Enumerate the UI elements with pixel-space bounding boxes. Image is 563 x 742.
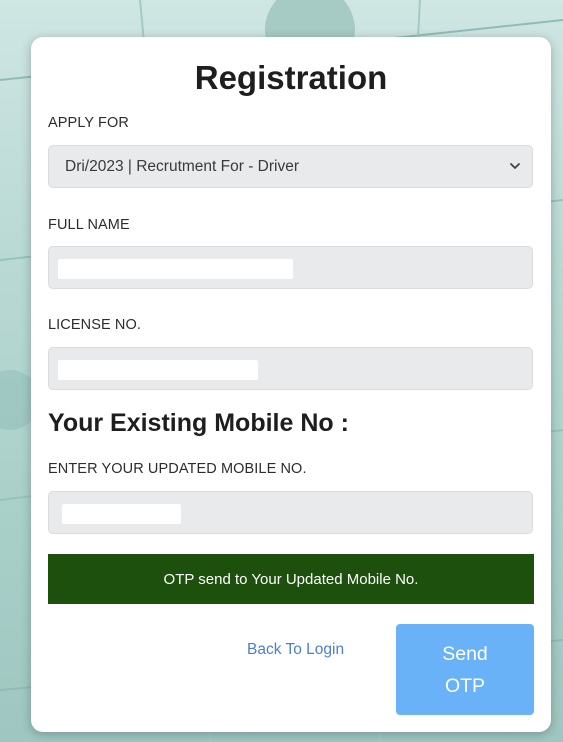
updated-mobile-label: ENTER YOUR UPDATED MOBILE NO. bbox=[48, 461, 307, 477]
full-name-field[interactable] bbox=[48, 246, 533, 289]
apply-for-selected-value: Dri/2023 | Recrutment For - Driver bbox=[65, 157, 299, 175]
otp-sent-notice: OTP send to Your Updated Mobile No. bbox=[48, 554, 534, 604]
page-title: Registration bbox=[194, 59, 388, 96]
redacted-full-name bbox=[58, 259, 293, 279]
license-no-field[interactable] bbox=[48, 347, 533, 390]
full-name-label: FULL NAME bbox=[48, 217, 130, 233]
send-otp-label-line2: OTP bbox=[444, 674, 486, 697]
updated-mobile-field[interactable] bbox=[48, 491, 533, 534]
registration-card: Registration APPLY FOR Dri/2023 | Recrut… bbox=[31, 37, 551, 732]
redacted-license-no bbox=[58, 360, 258, 380]
existing-mobile-heading: Your Existing Mobile No : bbox=[48, 409, 349, 437]
apply-for-select[interactable]: Dri/2023 | Recrutment For - Driver bbox=[48, 145, 533, 188]
license-no-label: LICENSE NO. bbox=[48, 317, 141, 333]
back-to-login-link[interactable]: Back To Login bbox=[247, 641, 344, 659]
apply-for-label: APPLY FOR bbox=[48, 115, 129, 131]
send-otp-label-line1: Send bbox=[442, 642, 488, 665]
redacted-mobile-no bbox=[62, 504, 181, 524]
chevron-down-icon bbox=[510, 163, 520, 169]
send-otp-button[interactable]: Send OTP bbox=[396, 624, 534, 715]
